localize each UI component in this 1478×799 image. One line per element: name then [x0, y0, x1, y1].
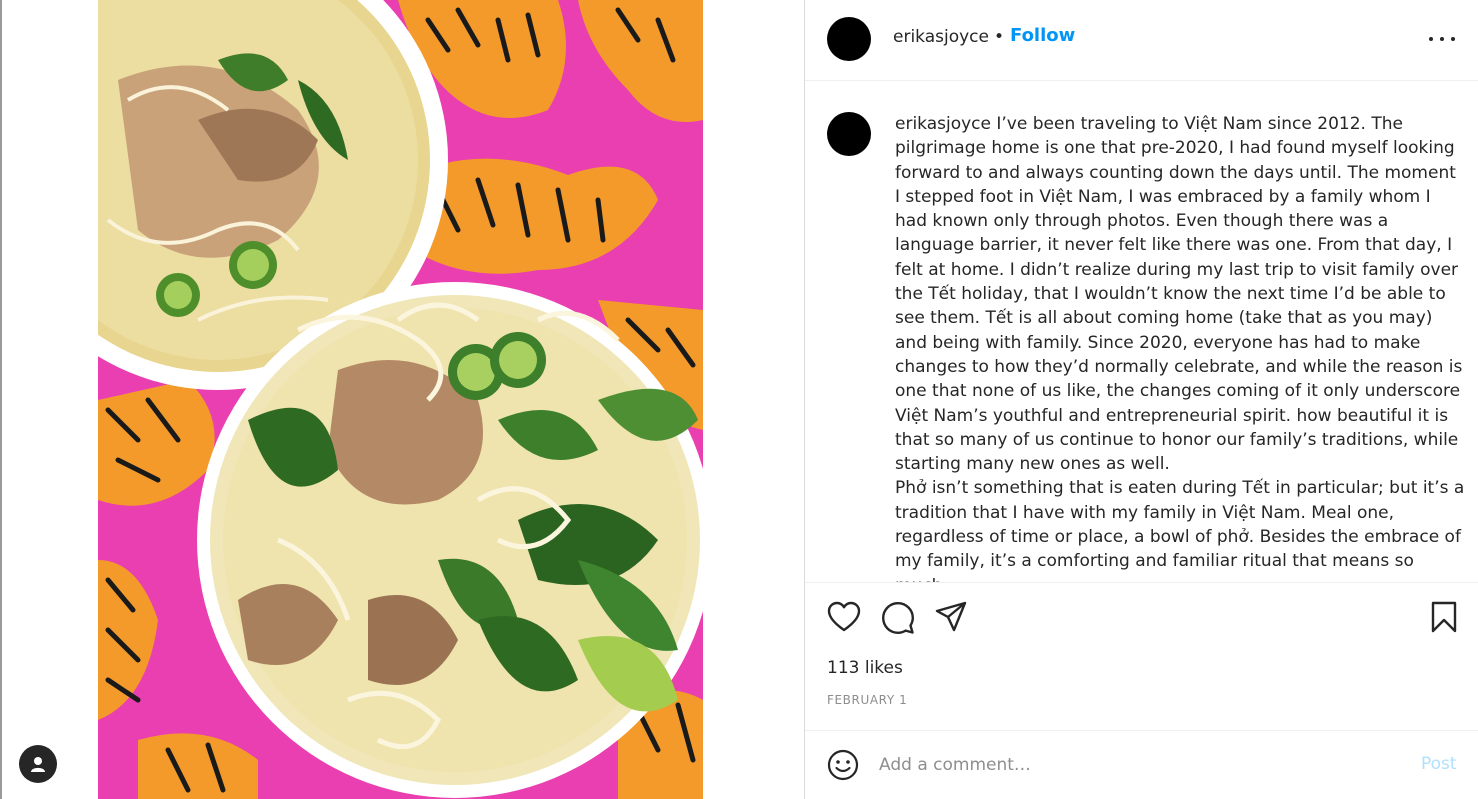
post-photo[interactable] [98, 0, 703, 799]
post-comment-button[interactable]: Post [1421, 754, 1457, 774]
caption-avatar[interactable] [827, 112, 871, 156]
likes-count[interactable]: 113 likes [827, 658, 903, 678]
post-header: erikasjoyce • Follow [805, 0, 1478, 81]
comment-bar: Post [805, 730, 1478, 799]
more-dot [1429, 37, 1433, 41]
post-actions: 113 likes FEBRUARY 1 [805, 582, 1478, 730]
post-image-art [98, 0, 703, 799]
photo-gutter [703, 0, 804, 799]
caption-body-1: I’ve been traveling to Việt Nam since 20… [895, 114, 1463, 475]
author-avatar[interactable] [827, 17, 871, 61]
bookmark-icon[interactable] [1431, 601, 1457, 633]
profile-button[interactable] [19, 745, 57, 783]
caption-paragraph-2: Phở isn’t something that is eaten during… [895, 478, 1465, 582]
caption-paragraph-1: erikasjoyce I’ve been traveling to Việt … [895, 112, 1465, 476]
send-icon[interactable] [935, 601, 967, 633]
left-margin [0, 0, 98, 799]
more-dot [1451, 37, 1455, 41]
post-date: FEBRUARY 1 [827, 693, 908, 707]
ellipsis-icon[interactable] [1429, 27, 1455, 51]
caption-text: erikasjoyce I’ve been traveling to Việt … [895, 112, 1465, 582]
user-icon [31, 757, 45, 772]
post-details-panel: erikasjoyce • Follow erikasjoyce I’ve be… [804, 0, 1478, 799]
more-dot [1440, 37, 1444, 41]
caption-scroll-area[interactable]: erikasjoyce I’ve been traveling to Việt … [805, 82, 1478, 582]
follow-button[interactable]: Follow [1010, 25, 1075, 46]
comment-icon[interactable] [881, 601, 915, 635]
header-separator: • [994, 27, 1005, 47]
heart-icon[interactable] [827, 601, 861, 633]
bottom-bowl [197, 282, 703, 798]
emoji-icon[interactable] [827, 749, 859, 781]
comment-input[interactable] [879, 751, 1399, 779]
caption-username[interactable]: erikasjoyce [895, 114, 991, 134]
author-username[interactable]: erikasjoyce [893, 27, 989, 47]
